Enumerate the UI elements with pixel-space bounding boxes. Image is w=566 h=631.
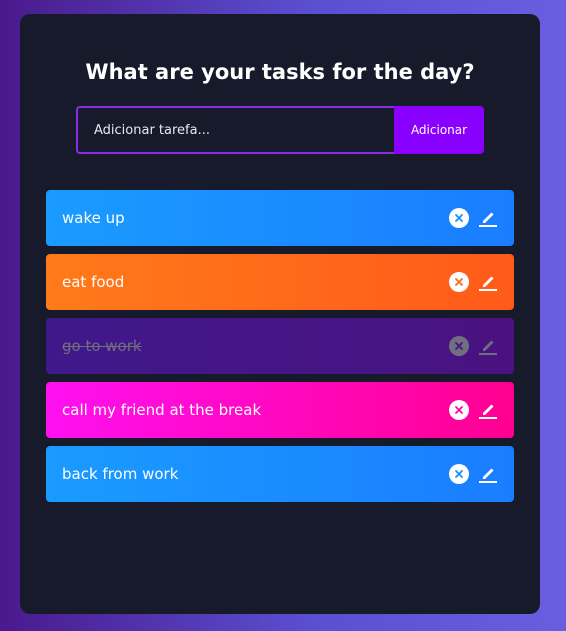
edit-icon[interactable] [478,464,498,484]
delete-icon[interactable] [449,400,469,420]
task-actions [449,464,498,484]
task-text[interactable]: back from work [62,465,449,483]
task-actions [449,208,498,228]
task-actions [449,336,498,356]
task-item: back from work [46,446,514,502]
task-text[interactable]: eat food [62,273,449,291]
delete-icon[interactable] [449,272,469,292]
add-task-button[interactable]: Adicionar [394,106,484,154]
task-item: eat food [46,254,514,310]
task-list: wake up eat food go to work call my frie… [46,190,514,510]
task-text[interactable]: call my friend at the break [62,401,449,419]
edit-icon[interactable] [478,272,498,292]
task-text[interactable]: go to work [62,337,449,355]
delete-icon[interactable] [449,336,469,356]
task-item: call my friend at the break [46,382,514,438]
task-actions [449,272,498,292]
page-title: What are your tasks for the day? [85,60,475,84]
todo-app-panel: What are your tasks for the day? Adicion… [20,14,540,614]
delete-icon[interactable] [449,208,469,228]
edit-icon[interactable] [478,336,498,356]
delete-icon[interactable] [449,464,469,484]
task-text[interactable]: wake up [62,209,449,227]
edit-icon[interactable] [478,400,498,420]
task-item-completed: go to work [46,318,514,374]
edit-icon[interactable] [478,208,498,228]
task-item: wake up [46,190,514,246]
task-input[interactable] [76,106,394,154]
add-task-form: Adicionar [76,106,484,154]
task-actions [449,400,498,420]
